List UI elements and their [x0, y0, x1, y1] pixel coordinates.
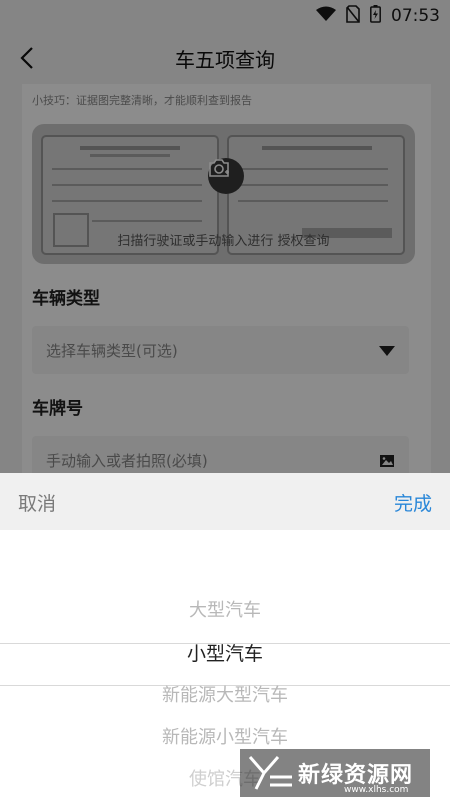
done-button[interactable]: 完成	[394, 489, 432, 516]
picker-option[interactable]: 新能源大型汽车	[0, 681, 450, 707]
cancel-button[interactable]: 取消	[18, 489, 56, 516]
picker-option-selected[interactable]: 小型汽车	[0, 639, 450, 666]
watermark-url: www.xlhs.com	[344, 785, 409, 795]
watermark: 新绿资源网 www.xlhs.com	[240, 749, 430, 797]
picker-option[interactable]: 大型汽车	[0, 596, 450, 622]
picker-option[interactable]: 新能源小型汽车	[0, 723, 450, 749]
watermark-logo-icon	[248, 756, 292, 790]
picker-toolbar: 取消 完成	[0, 473, 450, 530]
